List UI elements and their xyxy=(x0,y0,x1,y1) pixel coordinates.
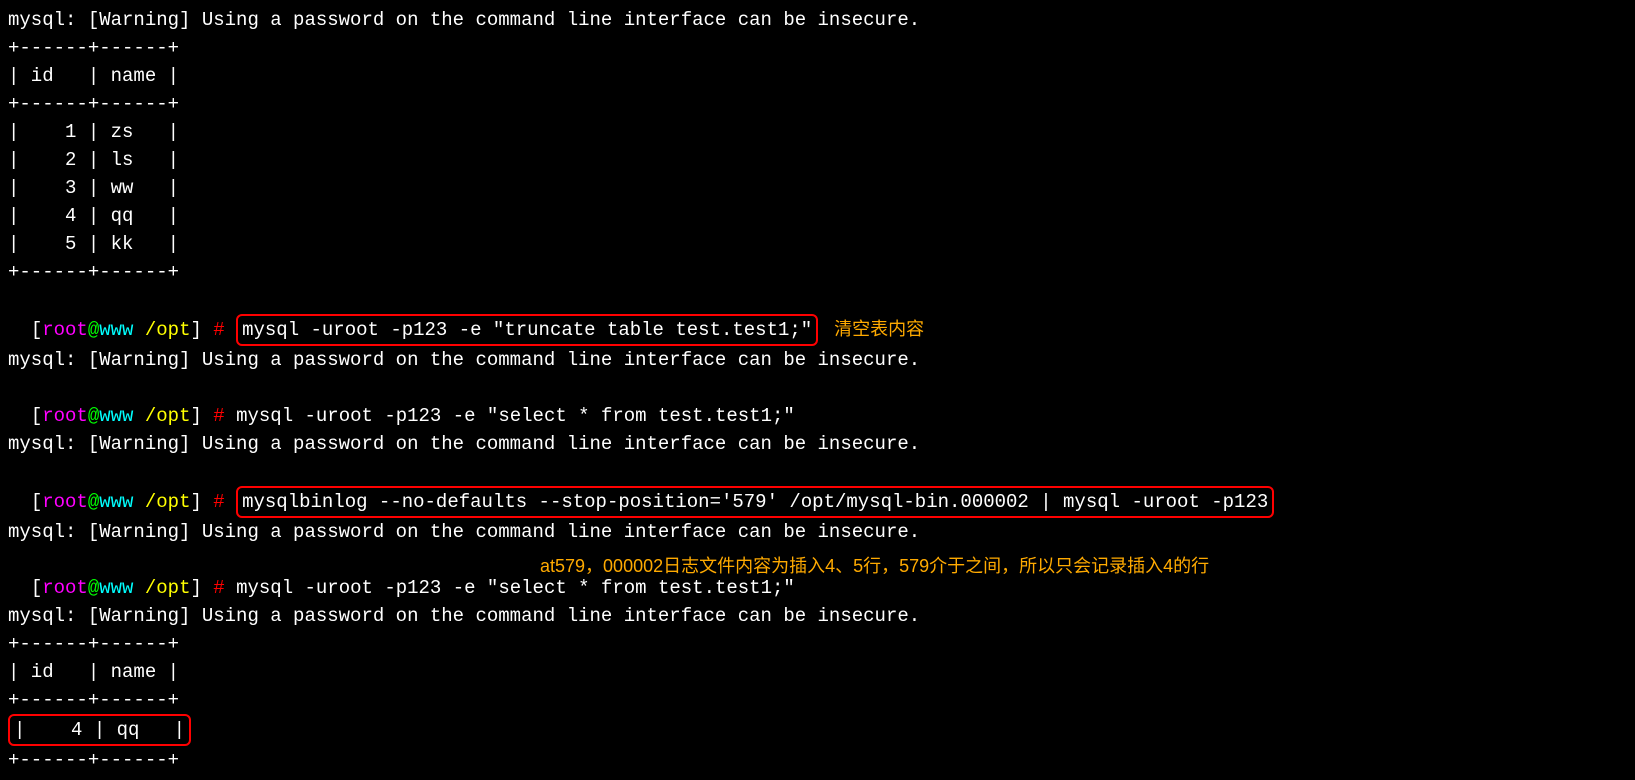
bracket-close: ] xyxy=(190,319,201,341)
prompt-at: @ xyxy=(88,491,99,513)
prompt-line[interactable]: [root@www /opt] # mysqlbinlog --no-defau… xyxy=(8,458,1627,518)
gap xyxy=(225,319,236,341)
annotation-clear-table: 清空表内容 xyxy=(834,319,924,339)
gap xyxy=(225,491,236,513)
prompt-user: root xyxy=(42,319,88,341)
table-row-highlighted: | 4 | qq | xyxy=(8,714,191,746)
prompt-host: www xyxy=(99,319,133,341)
table-row: | 3 | ww | xyxy=(8,174,1627,202)
prompt-line[interactable]: [root@www /opt] # mysql -uroot -p123 -e … xyxy=(8,374,1627,430)
command-truncate: mysql -uroot -p123 -e "truncate table te… xyxy=(236,314,818,346)
table-header: | id | name | xyxy=(8,658,1627,686)
prompt-path: /opt xyxy=(145,319,191,341)
terminal-output: mysql: [Warning] Using a password on the… xyxy=(8,346,1627,374)
prompt-host: www xyxy=(99,491,133,513)
prompt-hash: # xyxy=(202,491,225,513)
bracket-open: [ xyxy=(31,577,42,599)
table-border: +------+------+ xyxy=(8,34,1627,62)
prompt-at: @ xyxy=(88,577,99,599)
command-binlog: mysqlbinlog --no-defaults --stop-positio… xyxy=(236,486,1274,518)
prompt-at: @ xyxy=(88,319,99,341)
prompt-space xyxy=(133,319,144,341)
gap xyxy=(225,577,236,599)
table-border: +------+------+ xyxy=(8,630,1627,658)
bracket-open: [ xyxy=(31,405,42,427)
table-border: +------+------+ xyxy=(8,686,1627,714)
terminal-output: mysql: [Warning] Using a password on the… xyxy=(8,430,1627,458)
prompt-space xyxy=(133,405,144,427)
bracket-close: ] xyxy=(190,577,201,599)
prompt-path: /opt xyxy=(145,491,191,513)
prompt-space xyxy=(133,577,144,599)
table-row: | 4 | qq | xyxy=(8,202,1627,230)
table-border: +------+------+ xyxy=(8,746,1627,774)
prompt-user: root xyxy=(42,405,88,427)
prompt-hash: # xyxy=(202,405,225,427)
prompt-at: @ xyxy=(88,405,99,427)
terminal-output: mysql: [Warning] Using a password on the… xyxy=(8,518,1627,546)
prompt-user: root xyxy=(42,577,88,599)
table-header: | id | name | xyxy=(8,62,1627,90)
table-border: +------+------+ xyxy=(8,258,1627,286)
prompt-host: www xyxy=(99,577,133,599)
table-row: | 2 | ls | xyxy=(8,146,1627,174)
gap xyxy=(225,405,236,427)
terminal-output: mysql: [Warning] Using a password on the… xyxy=(8,602,1627,630)
table-row: | 4 | qq | xyxy=(8,714,191,746)
table-border: +------+------+ xyxy=(8,90,1627,118)
prompt-path: /opt xyxy=(145,577,191,599)
terminal-output: mysql: [Warning] Using a password on the… xyxy=(8,6,1627,34)
prompt-hash: # xyxy=(202,577,225,599)
annotation-binlog-explain: at579，000002日志文件内容为插入4、5行，579介于之间，所以只会记录… xyxy=(540,552,1209,580)
table-row: | 1 | zs | xyxy=(8,118,1627,146)
prompt-path: /opt xyxy=(145,405,191,427)
prompt-user: root xyxy=(42,491,88,513)
prompt-line[interactable]: [root@www /opt] # mysql -uroot -p123 -e … xyxy=(8,286,1627,346)
bracket-open: [ xyxy=(31,319,42,341)
prompt-host: www xyxy=(99,405,133,427)
command-select: mysql -uroot -p123 -e "select * from tes… xyxy=(236,577,795,599)
command-select: mysql -uroot -p123 -e "select * from tes… xyxy=(236,405,795,427)
bracket-close: ] xyxy=(190,491,201,513)
prompt-hash: # xyxy=(202,319,225,341)
bracket-open: [ xyxy=(31,491,42,513)
prompt-space xyxy=(133,491,144,513)
bracket-close: ] xyxy=(190,405,201,427)
table-row: | 5 | kk | xyxy=(8,230,1627,258)
